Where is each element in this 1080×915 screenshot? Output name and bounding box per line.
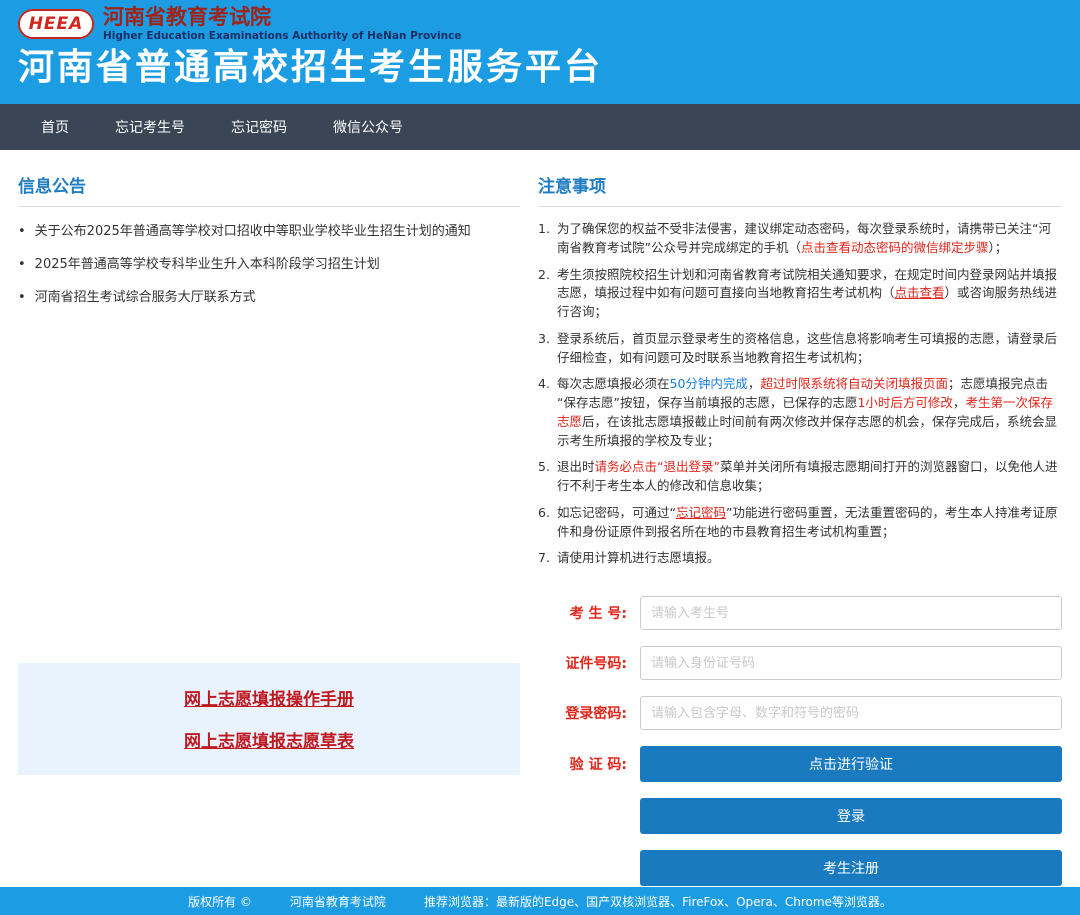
note-segment: 50分钟内完成 — [670, 376, 748, 391]
page: HEEA 河南省教育考试院 Higher Education Examinati… — [0, 0, 1080, 915]
site-header: HEEA 河南省教育考试院 Higher Education Examinati… — [0, 0, 1080, 104]
captcha-label: 验 证 码: — [538, 754, 640, 774]
announcement-item[interactable]: • 2025年普通高等学校专科毕业生升入本科阶段学习招生计划 — [18, 256, 520, 274]
note-number: 1. — [538, 220, 557, 258]
footer-copyright: 版权所有 © — [188, 893, 252, 910]
footer: 版权所有 © 河南省教育考试院 推荐浏览器：最新版的Edge、国产双核浏览器、F… — [0, 887, 1080, 915]
announcement-text: 2025年普通高等学校专科毕业生升入本科阶段学习招生计划 — [35, 256, 380, 274]
brand-text: 河南省教育考试院 Higher Education Examinations A… — [103, 6, 461, 41]
heea-logo-text: HEEA — [29, 14, 84, 34]
password-label: 登录密码: — [538, 703, 640, 723]
bullet-icon: • — [18, 256, 26, 274]
register-button-row: 考生注册 — [538, 850, 1062, 886]
login-form: 考 生 号: 证件号码: 登录密码: 验 证 码: 点击进行验证 登录 考生注册 — [538, 596, 1062, 887]
note-text: 登录系统后，首页显示登录考生的资格信息，这些信息将影响考生可填报的志愿，请登录后… — [557, 330, 1062, 368]
note-segment: 登录系统后，首页显示登录考生的资格信息，这些信息将影响考生可填报的志愿，请登录后… — [557, 331, 1057, 365]
note-text: 如忘记密码，可通过“忘记密码”功能进行密码重置，无法重置密码的，考生本人持准考证… — [557, 504, 1062, 542]
password-input[interactable] — [640, 696, 1062, 730]
captcha-button[interactable]: 点击进行验证 — [640, 746, 1062, 782]
note-number: 7. — [538, 549, 557, 568]
site-title: 河南省普通高校招生考生服务平台 — [18, 47, 1080, 88]
announcement-item[interactable]: • 河南省招生考试综合服务大厅联系方式 — [18, 289, 520, 307]
note-item: 3.登录系统后，首页显示登录考生的资格信息，这些信息将影响考生可填报的志愿，请登… — [538, 330, 1062, 368]
notes-title: 注意事项 — [538, 172, 1062, 207]
note-segment: ， — [748, 376, 761, 391]
login-button-row: 登录 — [538, 798, 1062, 834]
handbook-link[interactable]: 网上志愿填报操作手册 — [184, 685, 354, 710]
notes-list: 1.为了确保您的权益不受非法侵害，建议绑定动态密码，每次登录系统时，请携带已关注… — [538, 220, 1062, 576]
main-nav: 首页忘记考生号忘记密码微信公众号 — [0, 104, 1080, 150]
note-segment: 1小时后方可修改 — [857, 395, 952, 410]
nav-item-wechat-official-account[interactable]: 微信公众号 — [310, 104, 426, 150]
note-segment: ， — [953, 395, 966, 410]
org-name: 河南省教育考试院 — [103, 6, 461, 28]
note-segment: 后，在该批志愿填报截止时间前有两次修改并保存志愿的机会，保存完成后，系统会显示考… — [557, 414, 1057, 448]
login-button[interactable]: 登录 — [640, 798, 1062, 834]
note-text: 退出时请务必点击“退出登录”菜单并关闭所有填报志愿期间打开的浏览器窗口，以免他人… — [557, 458, 1062, 496]
bullet-icon: • — [18, 223, 26, 241]
note-link[interactable]: 点击查看 — [895, 285, 945, 300]
note-segment: 请务必点击“退出登录” — [595, 459, 720, 474]
main-content: 信息公告 • 关于公布2025年普通高等学校对口招收中等职业学校毕业生招生计划的通… — [0, 150, 1080, 887]
note-text: 为了确保您的权益不受非法侵害，建议绑定动态密码，每次登录系统时，请携带已关注“河… — [557, 220, 1062, 258]
note-number: 3. — [538, 330, 557, 368]
note-number: 2. — [538, 266, 557, 322]
note-segment: 退出时 — [557, 459, 595, 474]
note-item: 2.考生须按照院校招生计划和河南省教育考试院相关通知要求，在规定时间内登录网站并… — [538, 266, 1062, 322]
note-link[interactable]: 点击查看动态密码的微信绑定步骤 — [801, 240, 989, 255]
password-row: 登录密码: — [538, 696, 1062, 730]
candidate-number-label: 考 生 号: — [538, 603, 640, 623]
nav-item-home[interactable]: 首页 — [18, 104, 92, 150]
note-item: 4.每次志愿填报必须在50分钟内完成，超过时限系统将自动关闭填报页面；志愿填报完… — [538, 375, 1062, 450]
announcements-title: 信息公告 — [18, 172, 520, 207]
note-segment: 每次志愿填报必须在 — [557, 376, 670, 391]
note-item: 5.退出时请务必点击“退出登录”菜单并关闭所有填报志愿期间打开的浏览器窗口，以免… — [538, 458, 1062, 496]
register-button[interactable]: 考生注册 — [640, 850, 1062, 886]
announcement-text: 关于公布2025年普通高等学校对口招收中等职业学校毕业生招生计划的通知 — [35, 223, 471, 241]
login-fields: 考 生 号: 证件号码: 登录密码: — [538, 596, 1062, 730]
footer-browsers: 推荐浏览器：最新版的Edge、国产双核浏览器、FireFox、Opera、Chr… — [424, 893, 892, 910]
note-number: 6. — [538, 504, 557, 542]
notes-section: 注意事项 1.为了确保您的权益不受非法侵害，建议绑定动态密码，每次登录系统时，请… — [538, 172, 1062, 887]
note-number: 4. — [538, 375, 557, 450]
note-text: 请使用计算机进行志愿填报。 — [557, 549, 1062, 568]
handbook-box: 网上志愿填报操作手册网上志愿填报志愿草表 — [18, 663, 520, 775]
bullet-icon: • — [18, 289, 26, 307]
announcement-item[interactable]: • 关于公布2025年普通高等学校对口招收中等职业学校毕业生招生计划的通知 — [18, 223, 520, 241]
announcements-section: 信息公告 • 关于公布2025年普通高等学校对口招收中等职业学校毕业生招生计划的通… — [18, 172, 520, 887]
note-segment: 如忘记密码，可通过“ — [557, 505, 676, 520]
nav-item-forgot-password[interactable]: 忘记密码 — [208, 104, 310, 150]
note-item: 6.如忘记密码，可通过“忘记密码”功能进行密码重置，无法重置密码的，考生本人持准… — [538, 504, 1062, 542]
captcha-row: 验 证 码: 点击进行验证 — [538, 746, 1062, 782]
note-number: 5. — [538, 458, 557, 496]
note-text: 每次志愿填报必须在50分钟内完成，超过时限系统将自动关闭填报页面；志愿填报完点击… — [557, 375, 1062, 450]
note-item: 7.请使用计算机进行志愿填报。 — [538, 549, 1062, 568]
handbook-link[interactable]: 网上志愿填报志愿草表 — [184, 727, 354, 752]
announcement-text: 河南省招生考试综合服务大厅联系方式 — [35, 289, 256, 307]
id-number-row: 证件号码: — [538, 646, 1062, 680]
note-text: 考生须按照院校招生计划和河南省教育考试院相关通知要求，在规定时间内登录网站并填报… — [557, 266, 1062, 322]
announcement-list: • 关于公布2025年普通高等学校对口招收中等职业学校毕业生招生计划的通知 • 202… — [18, 223, 520, 323]
note-segment: ）； — [989, 240, 1008, 255]
candidate-number-row: 考 生 号: — [538, 596, 1062, 630]
id-number-input[interactable] — [640, 646, 1062, 680]
candidate-number-input[interactable] — [640, 596, 1062, 630]
footer-org: 河南省教育考试院 — [290, 893, 386, 910]
note-segment: 请使用计算机进行志愿填报。 — [557, 550, 720, 565]
id-number-label: 证件号码: — [538, 653, 640, 673]
note-link[interactable]: 忘记密码 — [676, 505, 726, 520]
heea-logo: HEEA — [18, 9, 94, 39]
org-name-en: Higher Education Examinations Authority … — [103, 30, 461, 42]
note-segment: 超过时限系统将自动关闭填报页面 — [760, 376, 948, 391]
nav-item-forgot-candidate-number[interactable]: 忘记考生号 — [92, 104, 208, 150]
note-item: 1.为了确保您的权益不受非法侵害，建议绑定动态密码，每次登录系统时，请携带已关注… — [538, 220, 1062, 258]
brand-row: HEEA 河南省教育考试院 Higher Education Examinati… — [18, 7, 1080, 41]
